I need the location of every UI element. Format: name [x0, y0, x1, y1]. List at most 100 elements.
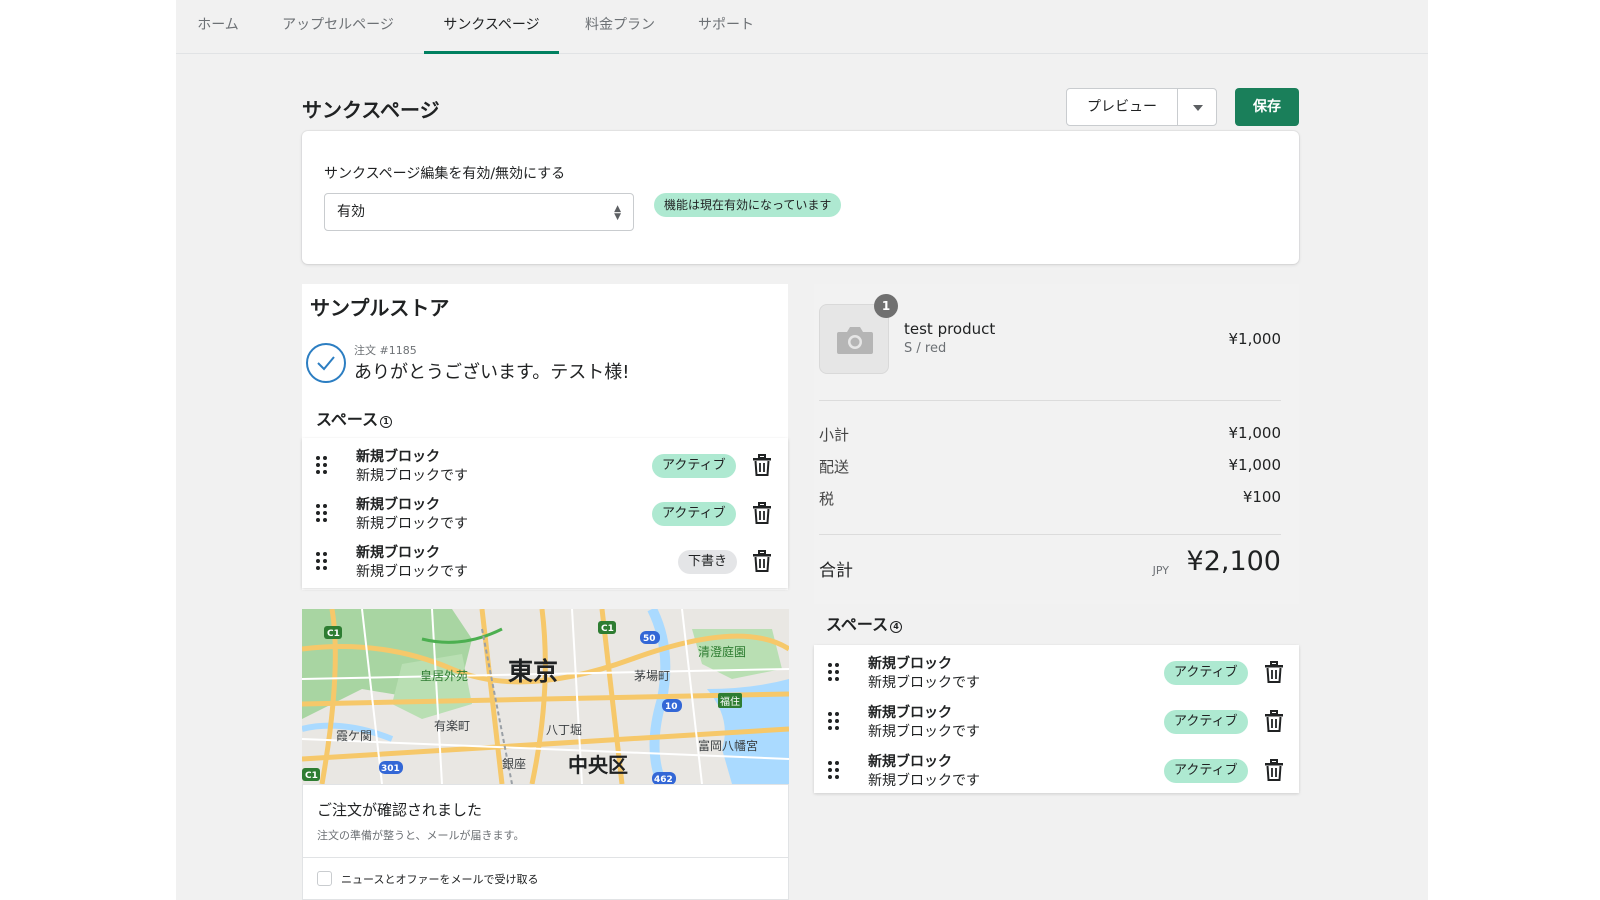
route-badge: 301	[381, 764, 400, 774]
shipping-value: ¥1,000	[1228, 456, 1282, 474]
block-row: 新規ブロック 新規ブロックです 下書き	[302, 536, 788, 584]
map-label: 銀座	[502, 757, 527, 771]
map-label: 八丁堀	[546, 723, 583, 737]
newsletter-checkbox[interactable]	[317, 871, 332, 886]
block-subtitle: 新規ブロックです	[868, 724, 980, 740]
trash-icon[interactable]	[1264, 759, 1284, 781]
map-label: 清澄庭園	[698, 645, 747, 659]
nav-tab-support[interactable]: サポート	[696, 0, 756, 54]
preview-button[interactable]: プレビュー	[1066, 88, 1178, 126]
block-title: 新規ブロック	[868, 656, 952, 672]
select-value: 有効	[337, 204, 365, 220]
route-badge: 462	[654, 775, 673, 784]
block-subtitle: 新規ブロックです	[356, 516, 468, 532]
divider	[819, 534, 1281, 535]
block-list-left: 新規ブロック 新規ブロックです アクティブ 新規ブロック 新規ブロックです アク…	[302, 438, 788, 588]
status-tag: アクティブ	[652, 454, 736, 478]
map-label: 中央区	[568, 753, 628, 777]
quantity-badge: 1	[874, 294, 898, 318]
order-summary-panel: 1 test product S / red ¥1,000 小計 ¥1,000 …	[814, 284, 1299, 604]
drag-handle-icon[interactable]	[316, 456, 328, 474]
divider	[303, 857, 788, 858]
block-subtitle: 新規ブロックです	[356, 564, 468, 580]
product-name: test product	[904, 320, 996, 338]
confirmation-subtitle: 注文の準備が整うと、メールが届きます。	[317, 829, 525, 842]
map-label: 霞ケ関	[336, 729, 373, 743]
drag-handle-icon[interactable]	[828, 712, 840, 730]
divider	[819, 400, 1281, 401]
space-title-text: スペース	[316, 410, 379, 429]
status-tag: アクティブ	[1164, 661, 1248, 685]
block-title: 新規ブロック	[868, 754, 952, 770]
route-badge: 50	[643, 634, 656, 644]
space-title-text: スペース	[826, 615, 889, 634]
settings-card: サンクスページ編集を有効/無効にする 有効 ▲ ▼ 機能は現在有効になっています	[302, 131, 1299, 264]
info-icon: 1	[380, 416, 393, 428]
map-label: 東京	[508, 657, 559, 686]
map-label: 皇居外苑	[420, 669, 469, 683]
total-value: ¥2,100	[1186, 546, 1281, 577]
subtotal-label: 小計	[819, 426, 850, 444]
nav-tab-pricing[interactable]: 料金プラン	[582, 0, 658, 54]
map-label: 茅場町	[634, 669, 671, 683]
space-title-left: スペース 1	[316, 406, 393, 430]
status-tag: アクティブ	[652, 502, 736, 526]
block-title: 新規ブロック	[356, 497, 440, 513]
enable-field-label: サンクスページ編集を有効/無効にする	[324, 166, 566, 182]
status-tag: アクティブ	[1164, 710, 1248, 734]
block-row: 新規ブロック 新規ブロックです アクティブ	[814, 647, 1299, 695]
block-row: 新規ブロック 新規ブロックです アクティブ	[302, 488, 788, 536]
trash-icon[interactable]	[752, 502, 772, 524]
product-price: ¥1,000	[1228, 330, 1282, 348]
currency-code: JPY	[1152, 564, 1169, 577]
status-tag: 下書き	[678, 550, 738, 574]
total-label: 合計	[819, 561, 853, 581]
info-icon: 4	[890, 621, 903, 633]
drag-handle-icon[interactable]	[316, 504, 328, 522]
status-badge: 機能は現在有効になっています	[654, 193, 842, 217]
newsletter-checkbox-label: ニュースとオファーをメールで受け取る	[341, 873, 539, 886]
map-label: 富岡八幡宮	[698, 739, 759, 753]
tax-value: ¥100	[1242, 488, 1281, 506]
nav-tab-thanks[interactable]: サンクスページ	[424, 0, 559, 54]
drag-handle-icon[interactable]	[828, 663, 840, 681]
trash-icon[interactable]	[1264, 710, 1284, 732]
confirmation-section: ご注文が確認されました 注文の準備が整うと、メールが届きます。 ニュースとオファ…	[302, 784, 789, 900]
route-badge: 10	[665, 702, 678, 712]
nav-tab-upsell[interactable]: アップセルページ	[278, 0, 398, 54]
camera-icon	[837, 327, 873, 354]
nav-tab-home[interactable]: ホーム	[196, 0, 240, 54]
drag-handle-icon[interactable]	[828, 761, 840, 779]
app-frame: ホーム アップセルページ サンクスページ 料金プラン サポート サンクスページ …	[176, 0, 1428, 900]
space-title-right: スペース 4	[826, 611, 903, 635]
order-number: 注文 #1185	[354, 344, 417, 357]
map-label: 福住	[718, 693, 742, 708]
preview-left-panel: サンプルストア 注文 #1185 ありがとうございます。テスト様! スペース 1 …	[302, 284, 788, 590]
block-list-right: 新規ブロック 新規ブロックです アクティブ 新規ブロック 新規ブロックです アク…	[814, 645, 1299, 793]
trash-icon[interactable]	[752, 550, 772, 572]
block-row: 新規ブロック 新規ブロックです アクティブ	[814, 696, 1299, 744]
block-row: 新規ブロック 新規ブロックです アクティブ	[302, 440, 788, 488]
confirmation-title: ご注文が確認されました	[317, 801, 483, 819]
block-subtitle: 新規ブロックです	[356, 468, 468, 484]
trash-icon[interactable]	[752, 454, 772, 476]
subtotal-value: ¥1,000	[1228, 424, 1282, 442]
map-image: C1 C1 C1 50 10 301 462 東京 中央区 皇居外苑 有楽町 八…	[302, 609, 789, 784]
route-badge: C1	[601, 624, 614, 634]
save-button[interactable]: 保存	[1235, 88, 1299, 126]
thanks-message: ありがとうございます。テスト様!	[354, 362, 630, 383]
enable-select[interactable]: 有効 ▲ ▼	[324, 193, 634, 231]
preview-dropdown-button[interactable]	[1177, 88, 1217, 126]
block-row: 新規ブロック 新規ブロックです アクティブ	[814, 745, 1299, 793]
status-tag: アクティブ	[1164, 759, 1248, 783]
store-name: サンプルストア	[310, 296, 450, 320]
block-subtitle: 新規ブロックです	[868, 773, 980, 789]
block-title: 新規ブロック	[868, 705, 952, 721]
trash-icon[interactable]	[1264, 661, 1284, 683]
drag-handle-icon[interactable]	[316, 552, 328, 570]
checkmark-icon	[306, 343, 346, 383]
route-badge: C1	[327, 629, 340, 639]
product-variant: S / red	[904, 341, 947, 356]
map-label: 有楽町	[434, 719, 471, 733]
block-subtitle: 新規ブロックです	[868, 675, 980, 691]
